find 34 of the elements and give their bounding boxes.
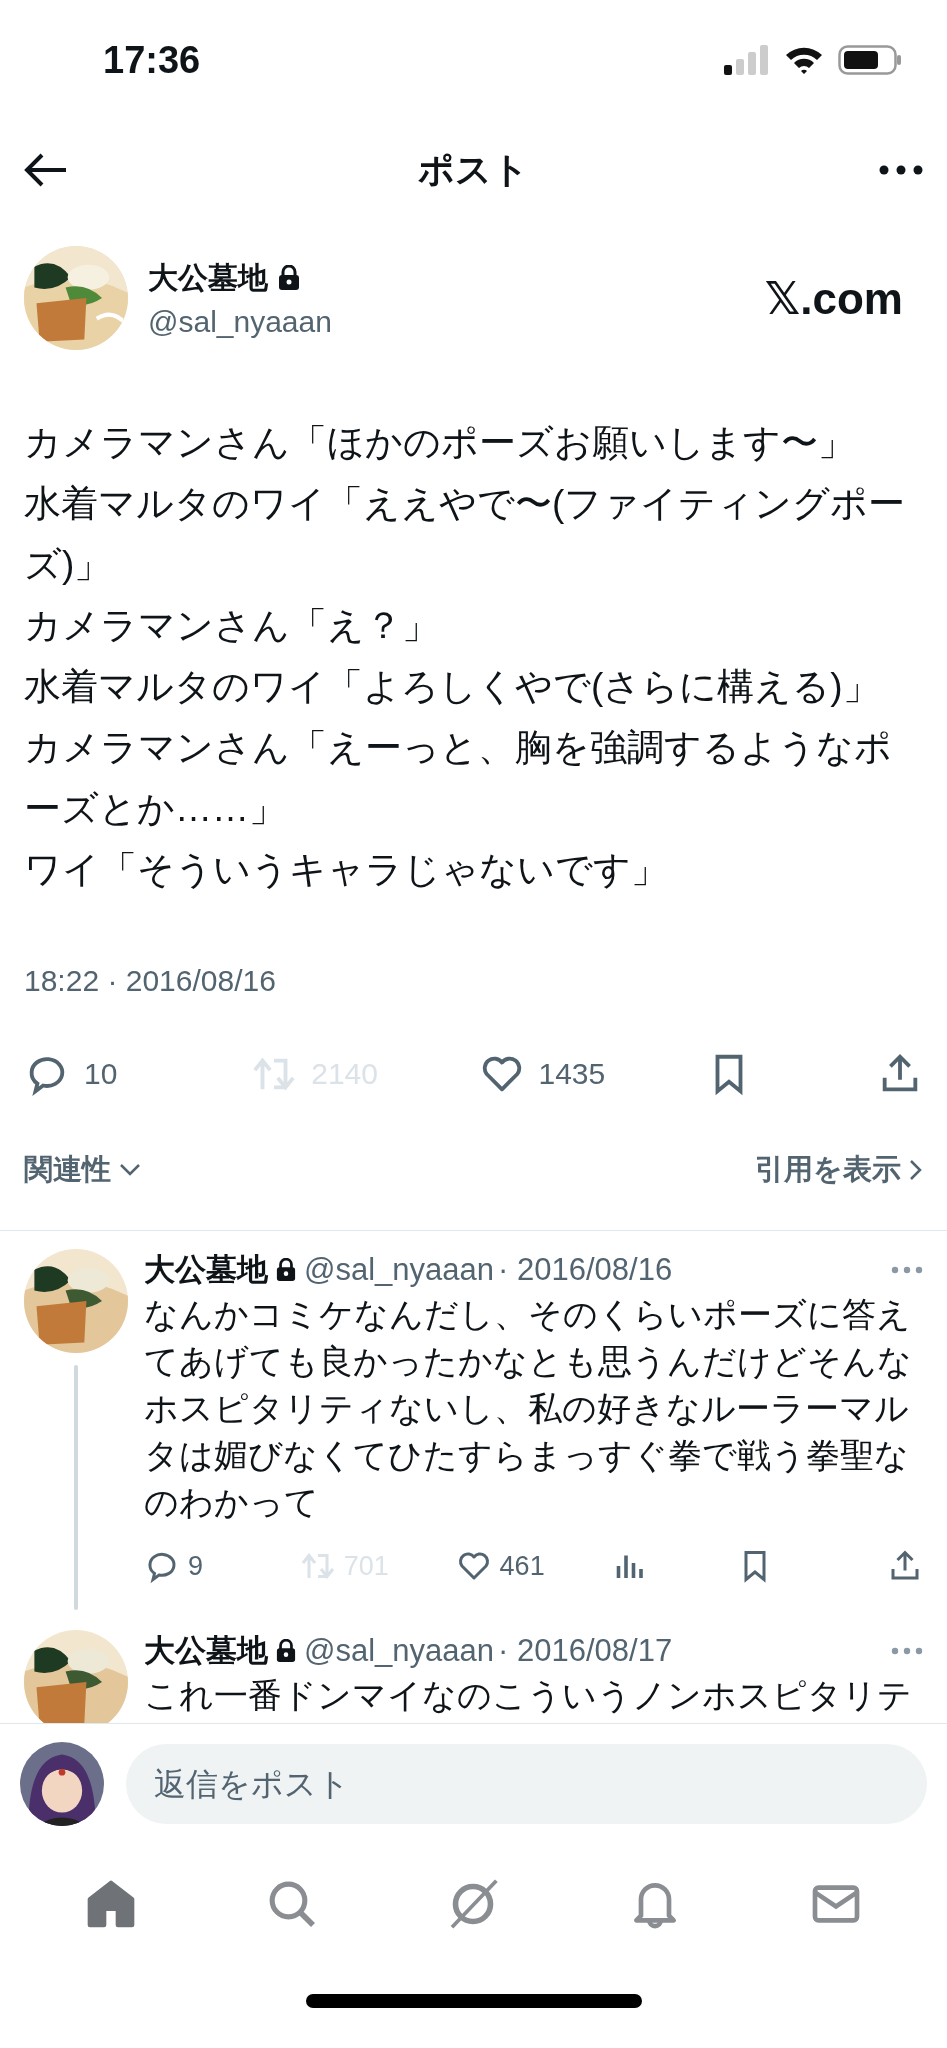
author-name[interactable]: 大公墓地 (148, 257, 268, 299)
page-title: ポスト (418, 147, 529, 192)
author-handle[interactable]: @sal_nyaaan (148, 304, 745, 339)
reply-text: これ一番ドンマイなのこういうノンホスピタリテ (144, 1675, 913, 1716)
action-count: 10 (84, 1057, 118, 1091)
action-count: 461 (499, 1550, 545, 1582)
chevron-right-icon (909, 1159, 923, 1181)
sort-dropdown[interactable]: 関連性 (24, 1150, 141, 1190)
reply-date: · 2016/08/16 (498, 1252, 673, 1288)
author-name[interactable]: 大公墓地 (144, 1630, 268, 1672)
source-label: 𝕏.com (764, 272, 903, 324)
post-text-line: カメラマンさん「えーっと、胸を強調するようなポーズとか……」 (24, 726, 893, 831)
author-handle[interactable]: @sal_nyaaan (304, 1633, 495, 1669)
status-time: 17:36 (103, 38, 201, 82)
signal-icon (724, 45, 770, 75)
author-handle[interactable]: @sal_nyaaan (304, 1252, 495, 1288)
reply-date: · 2016/08/17 (498, 1633, 673, 1669)
post-timestamp: 18:22 · 2016/08/16 (23, 963, 277, 998)
battery-icon (838, 45, 902, 75)
back-arrow-icon[interactable] (24, 152, 68, 188)
wifi-icon (784, 45, 824, 75)
post-text-line: カメラマンさん「ほかのポーズお願いします〜」 (24, 421, 856, 465)
view-quotes-link[interactable]: 引用を表示 (755, 1150, 923, 1190)
more-icon[interactable] (879, 165, 923, 175)
post-text-line: 水着マルタのワイ「よろしくやで(さらに構える)」 (24, 665, 881, 709)
post-text-line: カメラマンさん「え？」 (24, 604, 440, 648)
chevron-down-icon (119, 1163, 141, 1177)
reply-text: なんかコミケなんだし、そのくらいポーズに答えてあげても良かったかなとも思うんだけどそんなホスピタリティないし、私の好きなルーラーマルタは媚びなくてひたすらまっすぐ拳で戦う拳聖なのわかって (144, 1294, 913, 1523)
reply-field[interactable]: 返信をポスト (126, 1744, 927, 1824)
action-count: 9 (188, 1550, 204, 1582)
post-text-line: 水着マルタのワイ「ええやで〜(ファイティングポーズ)」 (24, 482, 907, 587)
post-text-line: ワイ「そういうキャラじゃないです」 (24, 848, 669, 892)
author-name[interactable]: 大公墓地 (144, 1249, 268, 1291)
action-count: 1435 (538, 1057, 606, 1091)
